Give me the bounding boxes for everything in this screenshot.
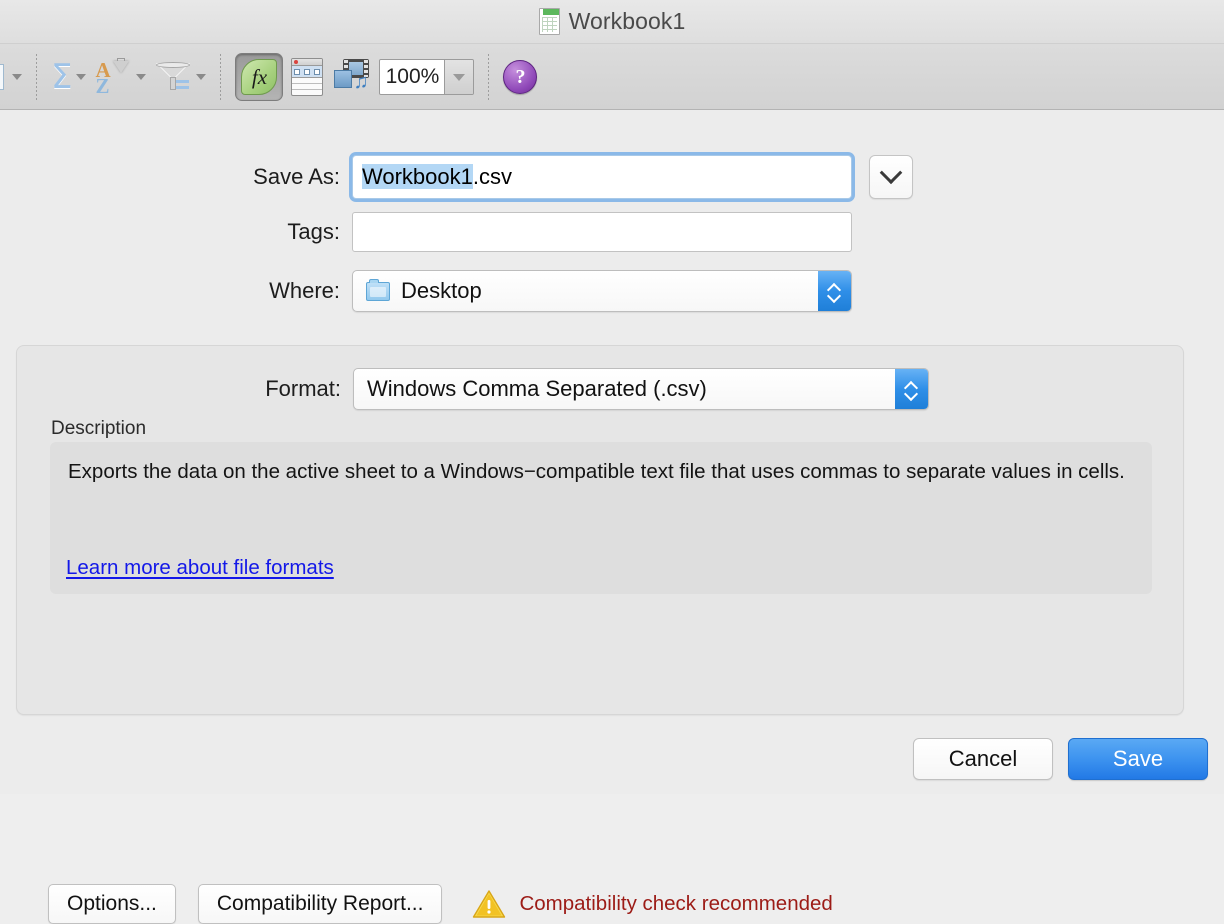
toolbar-separator	[220, 54, 222, 100]
tags-input[interactable]	[352, 212, 852, 252]
format-row: Format: Windows Comma Separated (.csv)	[17, 368, 941, 410]
chevron-down-icon[interactable]	[12, 74, 22, 80]
save-as-value: Workbook1.csv	[362, 164, 512, 190]
where-stepper-icon[interactable]	[818, 271, 851, 311]
media-browser-icon: ♫	[331, 58, 371, 96]
window-title-group: Workbook1	[538, 8, 686, 35]
warning-triangle-icon	[472, 889, 506, 919]
fx-label: fx	[251, 64, 268, 89]
toolbar-item-sort[interactable]: A Z	[90, 50, 150, 104]
toolbar-item-clipped[interactable]	[0, 50, 26, 104]
help-glyph: ?	[515, 66, 526, 88]
zoom-value[interactable]: 100%	[380, 60, 445, 94]
folder-icon	[366, 278, 390, 301]
save-button[interactable]: Save	[1068, 738, 1208, 780]
format-stepper-icon[interactable]	[895, 369, 928, 409]
help-icon[interactable]: ?	[503, 60, 538, 94]
chevron-down-icon[interactable]	[196, 74, 207, 80]
tags-row: Tags:	[0, 212, 940, 252]
where-row: Where: Desktop	[0, 270, 940, 312]
toolbar: Σ A Z fx ♫ 100% ?	[0, 44, 1224, 110]
zoom-dropdown-button[interactable]	[444, 60, 474, 94]
save-as-row: Save As: Workbook1.csv	[0, 155, 940, 199]
clipped-icon	[0, 62, 8, 92]
save-as-value-selected: Workbook1	[362, 164, 473, 189]
description-panel: Exports the data on the active sheet to …	[50, 442, 1152, 594]
compatibility-warning-text: Compatibility check recommended	[519, 892, 833, 915]
chevron-down-icon[interactable]	[76, 74, 87, 80]
format-popup-button[interactable]: Windows Comma Separated (.csv)	[353, 368, 929, 410]
chevron-down-icon	[879, 161, 903, 185]
where-popup-button[interactable]: Desktop	[352, 270, 852, 312]
toolbar-separator	[488, 54, 490, 100]
excel-document-icon	[538, 8, 560, 35]
tags-label: Tags:	[287, 219, 340, 244]
chevron-down-icon[interactable]	[136, 74, 147, 80]
toolbar-item-formula-builder[interactable]: fx	[231, 50, 287, 104]
dialog-actions-row: Options... Compatibility Report... Compa…	[48, 884, 833, 924]
toolbar-item-filter[interactable]	[150, 50, 210, 104]
sort-az-icon: A Z	[94, 58, 132, 98]
toolbar-item-media-browser[interactable]: ♫	[327, 50, 375, 104]
toolbar-item-autosum[interactable]: Σ	[47, 50, 90, 104]
learn-more-link[interactable]: Learn more about file formats	[66, 556, 334, 580]
compatibility-report-button[interactable]: Compatibility Report...	[197, 884, 443, 924]
format-label: Format:	[265, 376, 341, 401]
format-group-box: Format: Windows Comma Separated (.csv) D…	[16, 345, 1184, 924]
zoom-control[interactable]: 100%	[379, 59, 475, 95]
toolbar-separator	[36, 54, 37, 100]
toolbar-item-toolbox[interactable]	[287, 50, 327, 104]
expand-browser-button[interactable]	[869, 155, 913, 199]
save-as-value-extension: .csv	[472, 164, 512, 189]
where-label: Where:	[269, 278, 340, 303]
cancel-button[interactable]: Cancel	[913, 738, 1053, 780]
toolbox-icon	[291, 58, 324, 96]
chevron-down-icon	[453, 73, 466, 81]
save-as-label: Save As:	[253, 164, 340, 189]
save-dialog-sheet: Save As: Workbook1.csv Tags: Where: Desk…	[0, 110, 1224, 924]
toolbar-item-help[interactable]: ?	[499, 50, 541, 104]
options-button[interactable]: Options...	[48, 884, 176, 924]
toolbar-item-zoom[interactable]: 100%	[375, 50, 478, 104]
format-value: Windows Comma Separated (.csv)	[367, 376, 707, 401]
page-title: Workbook1	[568, 8, 686, 34]
funnel-icon	[154, 58, 192, 96]
fx-icon[interactable]: fx	[235, 53, 284, 101]
dialog-footer: Cancel Save	[913, 738, 1208, 780]
window-title-bar: Workbook1	[0, 0, 1224, 44]
save-as-input[interactable]: Workbook1.csv	[352, 155, 852, 199]
description-text: Exports the data on the active sheet to …	[68, 460, 1125, 483]
where-value: Desktop	[401, 278, 482, 303]
compatibility-warning: Compatibility check recommended	[472, 889, 833, 919]
sum-icon: Σ	[51, 57, 73, 97]
description-heading: Description	[51, 418, 147, 439]
